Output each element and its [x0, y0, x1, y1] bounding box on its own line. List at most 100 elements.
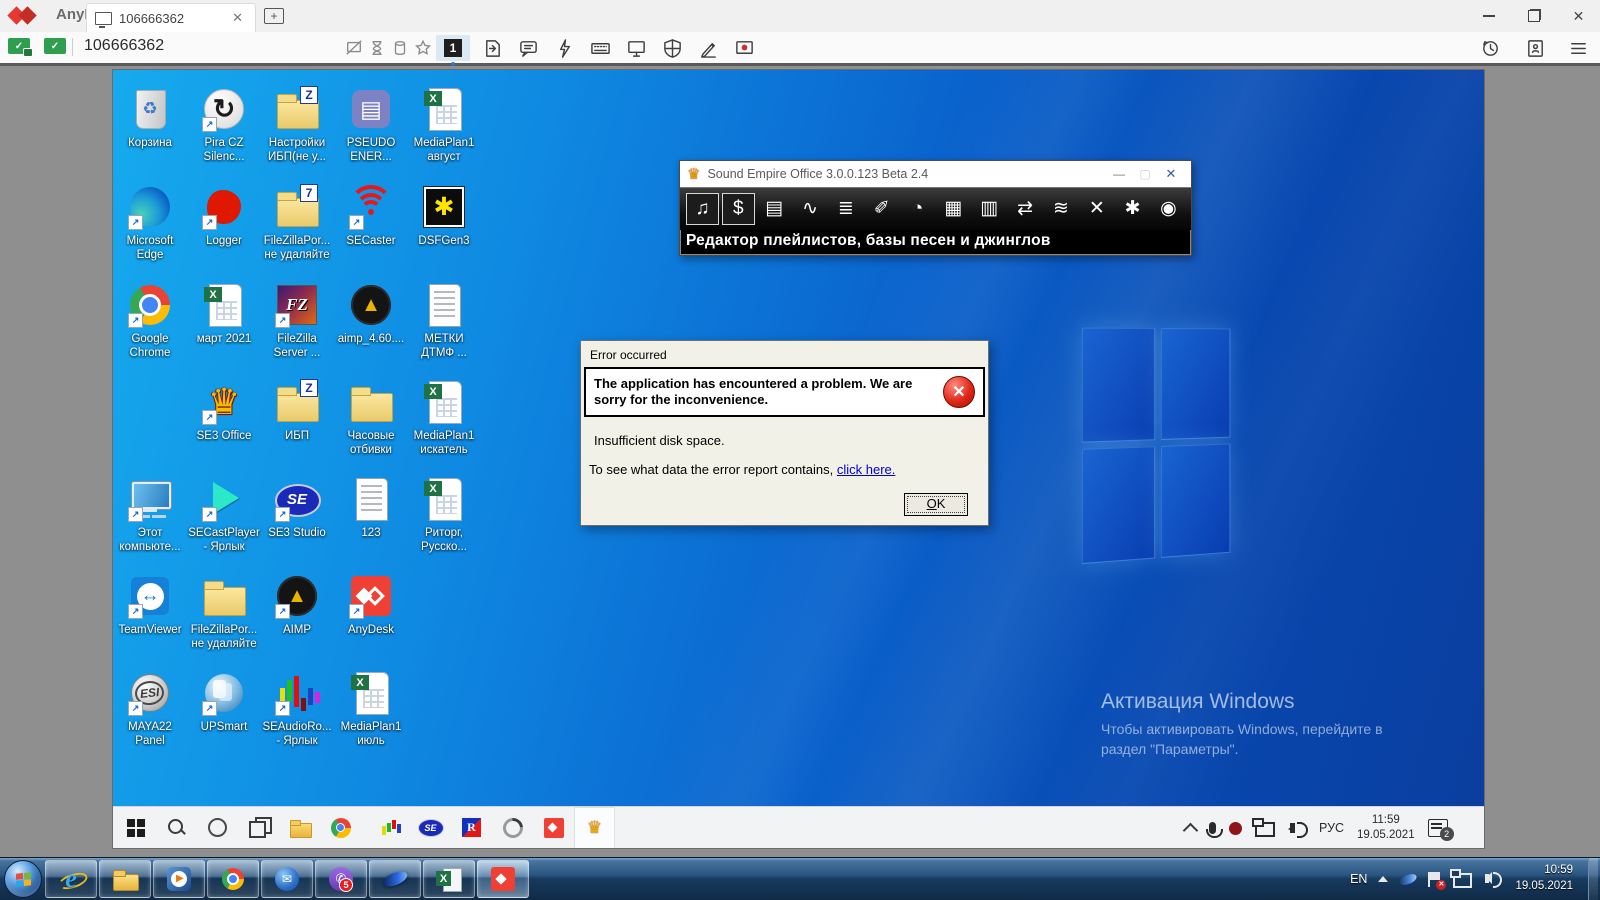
address-book-icon[interactable]: [1523, 37, 1547, 59]
se-close-button[interactable]: ✕: [1158, 166, 1184, 182]
se-tool-document[interactable]: ▤: [758, 193, 791, 225]
remote-taskbar-crown[interactable]: ♛: [574, 807, 615, 849]
window-close-button[interactable]: [1556, 0, 1600, 32]
se-tool-exchange[interactable]: ⇄: [1009, 193, 1042, 225]
se-tool-music[interactable]: ♫: [686, 193, 719, 225]
host-taskbar-wmp[interactable]: ▶: [153, 860, 205, 898]
remote-taskbar-swirl[interactable]: [492, 807, 533, 849]
remote-address[interactable]: 106666362: [84, 37, 164, 55]
se-minimize-button[interactable]: —: [1106, 167, 1132, 181]
host-taskbar-anydesk[interactable]: [477, 860, 529, 898]
window-restore-button[interactable]: [1511, 0, 1556, 32]
new-session-button[interactable]: +: [264, 8, 284, 24]
se-tool-settings[interactable]: ✱: [1116, 193, 1149, 225]
record-session-icon[interactable]: [732, 37, 756, 59]
desktop-icon-excel[interactable]: XMediaPlan1август: [408, 85, 480, 164]
desktop-icon-bars[interactable]: ↗SEAudioRo...- Ярлык: [261, 669, 333, 748]
show-desktop-button[interactable]: [1588, 858, 1598, 900]
host-taskbar-explorer[interactable]: [99, 860, 151, 898]
desktop-icon-excel[interactable]: Xмарт 2021: [188, 281, 260, 346]
actions-lightning-icon[interactable]: [552, 37, 576, 59]
se-tool-songbase[interactable]: ▥: [973, 193, 1006, 225]
desktop-icon-folder-z[interactable]: ZИБП: [261, 378, 333, 443]
desktop-icon-blob[interactable]: ↗Logger: [188, 183, 260, 248]
se-tool-playlist[interactable]: ≣: [829, 193, 862, 225]
se-tool-billing[interactable]: $: [722, 193, 755, 225]
whiteboard-pen-icon[interactable]: [696, 37, 720, 59]
menu-icon[interactable]: [1566, 37, 1590, 59]
remote-taskbar-start[interactable]: [115, 807, 156, 849]
remote-language-indicator[interactable]: РУС: [1319, 821, 1344, 835]
desktop-icon-tv[interactable]: ↔↗TeamViewer: [114, 572, 186, 637]
remote-taskbar-taskview[interactable]: [238, 807, 279, 849]
desktop-icon-pseudo[interactable]: ▤PSEUDOENER...: [335, 85, 407, 164]
se-tool-waveform[interactable]: ∿: [794, 193, 827, 225]
desktop-icon-fz[interactable]: FZ↗FileZillaServer ...: [261, 281, 333, 360]
volume-icon[interactable]: [1288, 821, 1306, 835]
desktop-icon-folder-7[interactable]: 7FileZillaPor...не удаляйте: [261, 183, 333, 262]
se-maximize-button[interactable]: ▢: [1132, 167, 1158, 181]
permissions-shield-icon[interactable]: [660, 37, 684, 59]
desktop-icon-wifi[interactable]: ↗SECaster: [335, 183, 407, 248]
microphone-icon[interactable]: [1209, 822, 1216, 834]
sound-empire-window[interactable]: ♛ Sound Empire Office 3.0.0.123 Beta 2.4…: [679, 160, 1192, 256]
se-tool-scheduler[interactable]: ◔: [901, 193, 934, 225]
host-language-indicator[interactable]: EN: [1350, 872, 1367, 886]
desktop-icon-recycle[interactable]: ♻Корзина: [114, 85, 186, 150]
remote-desktop[interactable]: ♻Корзина↻↗Pira CZSilenc...ZНастройкиИБП(…: [113, 70, 1484, 848]
desktop-icon-sync[interactable]: ↻↗Pira CZSilenc...: [188, 85, 260, 164]
display-settings-icon[interactable]: [624, 37, 648, 59]
tray-expand-icon[interactable]: [1183, 822, 1199, 838]
remote-taskbar-explorer[interactable]: [279, 807, 320, 849]
clipboard-icon[interactable]: [391, 39, 409, 57]
host-tray-app-icon[interactable]: [1398, 871, 1418, 886]
desktop-icon-edge[interactable]: ↗MicrosoftEdge: [114, 183, 186, 262]
chat-icon[interactable]: [516, 37, 540, 59]
host-start-button[interactable]: [2, 858, 44, 900]
screenshot-off-icon[interactable]: [345, 39, 363, 57]
desktop-icon-excel[interactable]: XРиторг,Русско...: [408, 475, 480, 554]
notification-center-icon[interactable]: 2: [1428, 819, 1448, 837]
desktop-icon-se[interactable]: SE↗SE3 Studio: [261, 475, 333, 540]
host-taskbar-chrome[interactable]: [207, 860, 259, 898]
action-center-flag-icon[interactable]: ✕: [1428, 872, 1442, 887]
se-tool-brush[interactable]: ✐: [865, 193, 898, 225]
remote-taskbar-chrome[interactable]: [320, 807, 361, 849]
tab-close-icon[interactable]: ✕: [228, 8, 247, 28]
remote-clock[interactable]: 11:59 19.05.2021: [1357, 813, 1415, 843]
click-here-link[interactable]: click here.: [837, 462, 896, 477]
monitor-select-button[interactable]: 1: [436, 35, 470, 61]
recording-indicator-icon[interactable]: [1229, 822, 1242, 835]
desktop-icon-folder[interactable]: Часовыеотбивки: [335, 378, 407, 457]
host-taskbar-swoosh[interactable]: [369, 860, 421, 898]
remote-taskbar-search[interactable]: [156, 807, 197, 849]
desktop-icon-play[interactable]: ↗SECastPlayer- Ярлык: [188, 475, 260, 554]
session-tab[interactable]: 106666362 ✕: [86, 3, 256, 32]
remote-taskbar-cortana[interactable]: [197, 807, 238, 849]
desktop-icon-esi[interactable]: ESI↗MAYA22Panel: [114, 669, 186, 748]
desktop-icon-aimp[interactable]: ▲↗AIMP: [261, 572, 333, 637]
desktop-icon-folder-z[interactable]: ZНастройкиИБП(не у...: [261, 85, 333, 164]
se-tool-tools[interactable]: ✕: [1080, 193, 1113, 225]
se-tool-database[interactable]: ≋: [1044, 193, 1077, 225]
history-icon[interactable]: [1478, 37, 1502, 59]
desktop-icon-folder[interactable]: FileZillaPor...не удаляйте: [188, 572, 260, 651]
desktop-icon-crown[interactable]: ♛↗SE3 Office: [188, 378, 260, 443]
se-tool-grid[interactable]: ▦: [937, 193, 970, 225]
error-dialog[interactable]: Error occurred The application has encou…: [580, 340, 989, 526]
desktop-icon-doc[interactable]: МЕТКИДТМФ ...: [408, 281, 480, 360]
desktop-icon-excel[interactable]: XMediaPlan1июль: [335, 669, 407, 748]
host-taskbar-excel[interactable]: X: [423, 860, 475, 898]
desktop-icon-excel[interactable]: XMediaPlan1искатель: [408, 378, 480, 457]
sound-empire-titlebar[interactable]: ♛ Sound Empire Office 3.0.0.123 Beta 2.4…: [680, 161, 1191, 187]
remote-taskbar-bars[interactable]: [369, 807, 410, 849]
host-network-icon[interactable]: [1453, 873, 1472, 888]
ok-button[interactable]: OK: [904, 493, 968, 516]
desktop-icon-ups[interactable]: ↗UPSmart: [188, 669, 260, 734]
desktop-icon-doc[interactable]: 123: [335, 475, 407, 540]
desktop-icon-chrome[interactable]: ↗GoogleChrome: [114, 281, 186, 360]
desktop-icon-anydesk[interactable]: ↗AnyDesk: [335, 572, 407, 637]
file-transfer-icon[interactable]: [480, 37, 504, 59]
favorites-star-icon[interactable]: [414, 39, 432, 57]
desktop-icon-aimp[interactable]: ▲aimp_4.60....: [335, 281, 407, 346]
